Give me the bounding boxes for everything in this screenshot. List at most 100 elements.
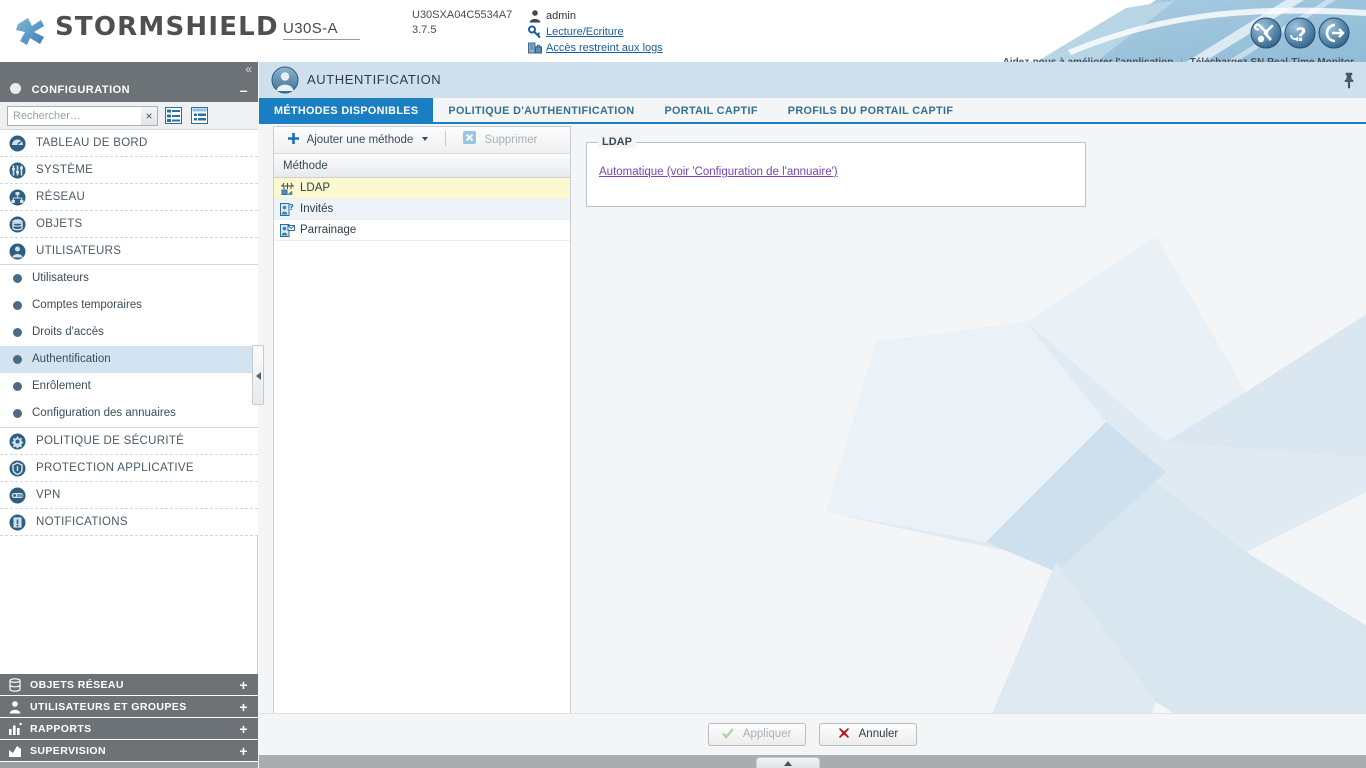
cancel-x-icon	[839, 728, 850, 738]
security-policy-icon	[9, 433, 26, 450]
area-chart-icon	[9, 746, 21, 757]
sidebar-subitem-enrolement[interactable]: Enrôlement	[0, 373, 258, 400]
collapse-sidebar-icon[interactable]: «	[245, 62, 258, 76]
bullet-icon	[13, 355, 22, 364]
table-row[interactable]: LDAP	[274, 178, 570, 199]
tab-politique-dauthentification[interactable]: POLITIQUE D'AUTHENTIFICATION	[433, 98, 649, 124]
session-rights-link[interactable]: Lecture/Ecriture	[546, 26, 624, 38]
clear-search-icon[interactable]: ×	[141, 106, 158, 126]
sidebar-subitem-authentification[interactable]: Authentification	[0, 346, 258, 373]
sidebar-item-notifications[interactable]: NOTIFICATIONS	[0, 509, 258, 536]
tab-pane: Ajouter une méthode Supprimer Méthode LD…	[273, 126, 1352, 768]
session-logs-row: Accès restreint aux logs	[528, 40, 663, 56]
sidebar-resize-handle[interactable]	[252, 345, 264, 405]
network-icon	[9, 189, 26, 206]
method-label: Invités	[300, 203, 334, 215]
tree-view-icon[interactable]	[190, 107, 208, 124]
sidebar-panel-objets-reseau[interactable]: OBJETS RÉSEAU +	[0, 674, 258, 696]
sidebar-subitem-label: Enrôlement	[32, 380, 91, 392]
sidebar-item-label: UTILISATEURS	[36, 245, 122, 257]
table-row[interactable]: ? Invités	[274, 199, 570, 220]
cancel-button[interactable]: Annuler	[819, 723, 918, 746]
sidebar-subitem-label: Utilisateurs	[32, 272, 89, 284]
directory-config-link[interactable]: Automatique (voir 'Configuration de l'an…	[599, 166, 838, 178]
sidebar-subitem-utilisateurs[interactable]: Utilisateurs	[0, 265, 258, 292]
page-title: AUTHENTIFICATION	[307, 72, 442, 87]
bullet-icon	[13, 382, 22, 391]
sidebar-item-reseau[interactable]: RÉSEAU	[0, 184, 258, 211]
sponsorship-icon	[280, 224, 295, 237]
sidebar-item-protection-applicative[interactable]: PROTECTION APPLICATIVE	[0, 455, 258, 482]
sidebar-subitem-label: Authentification	[32, 353, 111, 365]
search-input[interactable]	[7, 106, 157, 126]
delete-method-button[interactable]: Supprimer	[457, 127, 543, 154]
shield-icon	[9, 460, 26, 477]
plus-icon	[288, 133, 299, 144]
sidebar-subitem-configuration-des-annuaires[interactable]: Configuration des annuaires	[0, 400, 258, 427]
sidebar-panel-supervision[interactable]: SUPERVISION +	[0, 740, 258, 762]
sidebar-item-label: OBJETS	[36, 218, 83, 230]
sidebar-item-label: TABLEAU DE BORD	[36, 137, 148, 149]
bullet-icon	[13, 301, 22, 310]
sidebar-subitem-comptes-temporaires[interactable]: Comptes temporaires	[0, 292, 258, 319]
dashboard-icon	[9, 135, 26, 152]
session-rights-row: Lecture/Ecriture	[528, 24, 663, 40]
logout-icon[interactable]	[1318, 17, 1350, 49]
sidebar-subitem-label: Configuration des annuaires	[32, 407, 176, 419]
expand-icon[interactable]: +	[239, 674, 248, 696]
chevron-down-icon[interactable]	[421, 137, 428, 141]
method-label: Parrainage	[300, 224, 357, 236]
appliance-info: U30SXA04C5534A7 3.7.5	[412, 8, 512, 38]
expand-icon[interactable]: +	[239, 718, 248, 740]
key-icon	[528, 25, 541, 39]
bar-chart-icon	[9, 722, 22, 735]
expand-icon[interactable]: +	[239, 740, 248, 762]
sidebar-item-label: VPN	[36, 489, 61, 501]
objects-icon	[9, 216, 26, 233]
sidebar-panel-rapports[interactable]: RAPPORTS +	[0, 718, 258, 740]
session-logs-link[interactable]: Accès restreint aux logs	[546, 42, 663, 54]
main-content: AUTHENTIFICATION MÉTHODES DISPONIBLES PO…	[259, 62, 1366, 768]
sidebar-item-label: PROTECTION APPLICATIVE	[36, 462, 194, 474]
apply-button[interactable]: Appliquer	[707, 723, 806, 746]
expand-bottom-panel-button[interactable]	[756, 757, 820, 768]
sidebar-subitem-droits-dacces[interactable]: Droits d'accès	[0, 319, 258, 346]
pin-icon[interactable]	[1340, 71, 1358, 89]
svg-text:?: ?	[1295, 24, 1306, 46]
sidebar-item-vpn[interactable]: VPN	[0, 482, 258, 509]
sidebar-panel-utilisateurs-et-groupes[interactable]: UTILISATEURS ET GROUPES +	[0, 696, 258, 718]
add-method-button[interactable]: Ajouter une méthode	[282, 127, 434, 154]
sidebar-item-utilisateurs[interactable]: UTILISATEURS	[0, 238, 258, 265]
sidebar-collapse-bar: «	[0, 62, 258, 78]
methods-column-header: Méthode	[274, 154, 570, 178]
minimize-icon[interactable]: –	[240, 78, 248, 102]
sidebar-item-label: SYSTÈME	[36, 164, 94, 176]
section-bullet-icon	[10, 83, 21, 94]
app-banner: STORMSHIELD U30S-A U30SXA04C5534A7 3.7.5…	[0, 0, 1366, 62]
tab-portail-captif[interactable]: PORTAIL CAPTIF	[650, 98, 773, 124]
help-icon[interactable]: ?	[1284, 17, 1316, 49]
methods-list-panel: Ajouter une méthode Supprimer Méthode LD…	[273, 126, 571, 768]
sidebar-item-politique-de-securite[interactable]: POLITIQUE DE SÉCURITÉ	[0, 428, 258, 455]
method-detail-panel: LDAP Automatique (voir 'Configuration de…	[586, 136, 1086, 207]
bullet-icon	[13, 328, 22, 337]
table-row[interactable]: Parrainage	[274, 220, 570, 241]
user-icon	[529, 10, 541, 23]
toolbar-divider	[444, 131, 446, 146]
page-tabs: MÉTHODES DISPONIBLES POLITIQUE D'AUTHENT…	[259, 98, 1366, 124]
bullet-icon	[13, 409, 22, 418]
sidebar-nav: TABLEAU DE BORD SYSTÈME RÉSEAU OBJETS UT…	[0, 130, 258, 536]
sidebar-footer-strip	[0, 762, 258, 768]
tab-profils-du-portail-captif[interactable]: PROFILS DU PORTAIL CAPTIF	[773, 98, 969, 124]
tab-methodes-disponibles[interactable]: MÉTHODES DISPONIBLES	[259, 98, 434, 124]
sidebar-item-systeme[interactable]: SYSTÈME	[0, 157, 258, 184]
system-icon	[9, 162, 26, 179]
list-view-icon[interactable]	[165, 107, 183, 124]
maintenance-icon[interactable]	[1250, 17, 1282, 49]
sidebar-item-objets[interactable]: OBJETS	[0, 211, 258, 238]
sidebar-item-tableau-de-bord[interactable]: TABLEAU DE BORD	[0, 130, 258, 157]
expand-icon[interactable]: +	[239, 696, 248, 718]
left-sidebar: « CONFIGURATION – ×	[0, 62, 258, 768]
serial-number: U30SXA04C5534A7	[412, 9, 513, 21]
users-icon	[9, 243, 26, 260]
